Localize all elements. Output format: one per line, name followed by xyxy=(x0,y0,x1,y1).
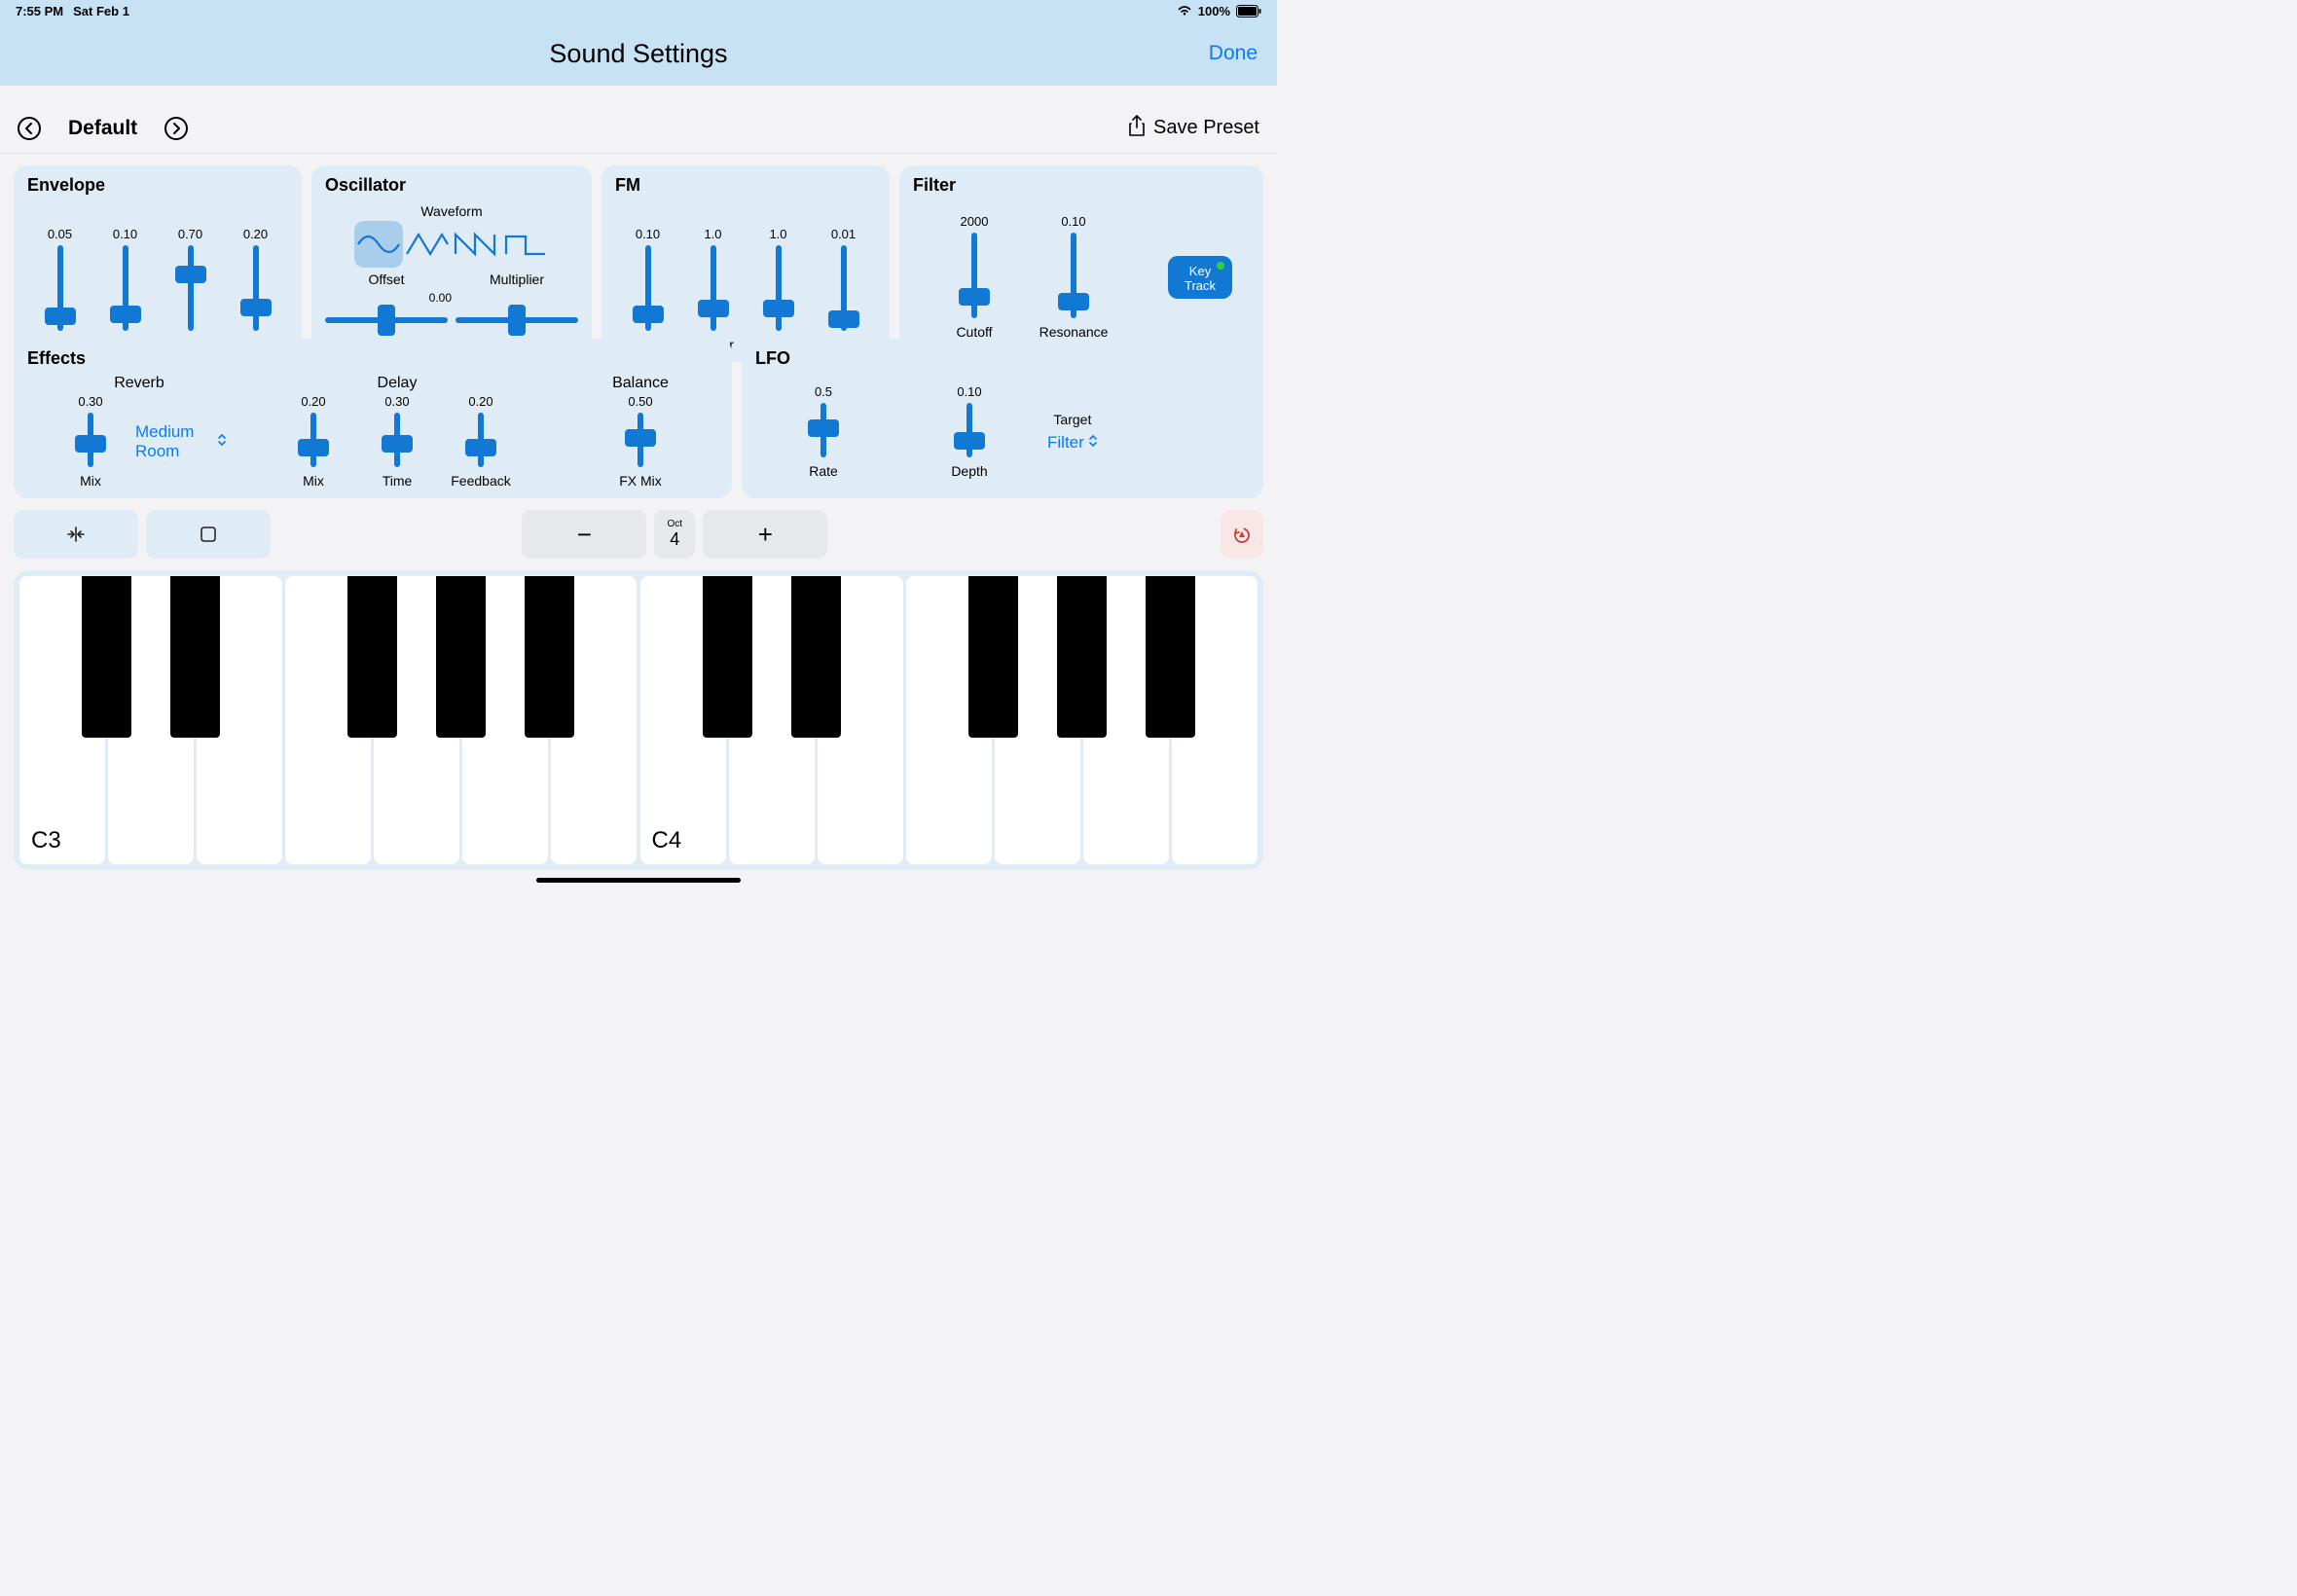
black-key[interactable] xyxy=(791,576,841,738)
slider-fm-modulator[interactable]: 1.0 Modulator xyxy=(747,227,810,352)
effects-delay-group: Delay 0.20 Mix 0.30 Time 0.20 xyxy=(261,375,533,489)
slider-reverb-mix[interactable]: 0.30 Mix xyxy=(52,394,129,489)
status-bar: 7:55 PM Sat Feb 1 100% xyxy=(0,0,1277,21)
reverb-room-select[interactable]: Medium Room xyxy=(135,422,227,460)
black-key[interactable] xyxy=(347,576,397,738)
black-key[interactable] xyxy=(170,576,220,738)
key-track-button[interactable]: Key Track xyxy=(1168,256,1232,299)
slider-release[interactable]: 0.20 Release xyxy=(225,227,287,352)
lfo-target-select[interactable]: Filter xyxy=(1047,433,1098,453)
panel-fm: FM 0.10 Amount 1.0 Carrier 1.0 Modulator… xyxy=(602,165,890,362)
status-date: Sat Feb 1 xyxy=(73,4,129,18)
reset-button[interactable] xyxy=(1221,510,1263,559)
slider-fm-noise[interactable]: 0.01 Noise xyxy=(813,227,875,352)
fm-title: FM xyxy=(615,175,876,196)
black-key[interactable] xyxy=(968,576,1018,738)
waveform-triangle[interactable] xyxy=(403,221,452,268)
black-key[interactable] xyxy=(1057,576,1107,738)
status-battery-pct: 100% xyxy=(1198,4,1230,18)
header-bar: Sound Settings Done xyxy=(0,21,1277,86)
wifi-icon xyxy=(1177,4,1192,18)
panel-envelope: Envelope 0.05 Attack 0.10 Decay 0.70 Sus… xyxy=(14,165,302,362)
black-key[interactable] xyxy=(525,576,574,738)
black-key[interactable] xyxy=(82,576,131,738)
toolbar: − Oct 4 + xyxy=(14,510,1263,559)
effects-title: Effects xyxy=(27,348,718,369)
slider-resonance[interactable]: 0.10 Resonance xyxy=(1030,214,1117,340)
preset-row: Default Save Preset xyxy=(0,103,1277,154)
preset-name: Default xyxy=(68,117,137,140)
waveform-saw[interactable] xyxy=(452,221,500,268)
slider-decay[interactable]: 0.10 Decay xyxy=(94,227,157,352)
keyboard: C3C4 xyxy=(14,570,1263,870)
status-time: 7:55 PM xyxy=(16,4,63,18)
slider-cutoff[interactable]: 2000 Cutoff xyxy=(930,214,1018,340)
slider-delay-time[interactable]: 0.30 Time xyxy=(358,394,436,489)
waveform-sine[interactable] xyxy=(354,221,403,268)
battery-icon xyxy=(1236,5,1261,18)
panel-filter: Filter 2000 Cutoff 0.10 Resonance Key Tr… xyxy=(899,165,1263,362)
panel-effects: Effects Reverb 0.30 Mix Medium Room xyxy=(14,339,732,498)
chevron-updown-icon xyxy=(1088,433,1098,453)
effects-reverb-group: Reverb 0.30 Mix Medium Room xyxy=(27,375,251,489)
slider-delay-feedback[interactable]: 0.20 Feedback xyxy=(442,394,520,489)
tool-button-1[interactable] xyxy=(14,510,138,559)
effects-balance-group: Balance 0.50 FX Mix xyxy=(563,375,718,489)
oscillator-title: Oscillator xyxy=(325,175,578,196)
waveform-square[interactable] xyxy=(500,221,549,268)
slider-lfo-depth[interactable]: 0.10 Depth xyxy=(930,384,1008,479)
panel-oscillator: Oscillator Waveform Offset xyxy=(311,165,592,362)
slider-fm-amount[interactable]: 0.10 Amount xyxy=(617,227,679,352)
page-title: Sound Settings xyxy=(549,39,727,69)
black-key[interactable] xyxy=(703,576,752,738)
envelope-title: Envelope xyxy=(27,175,288,196)
slider-sustain[interactable]: 0.70 Sustain xyxy=(160,227,222,352)
save-preset-button[interactable]: Save Preset xyxy=(1128,115,1259,142)
slider-fm-carrier[interactable]: 1.0 Carrier xyxy=(682,227,745,352)
octave-down-button[interactable]: − xyxy=(522,510,646,559)
chevron-updown-icon xyxy=(217,432,227,452)
lfo-title: LFO xyxy=(755,348,1250,369)
slider-lfo-rate[interactable]: 0.5 Rate xyxy=(784,384,862,479)
lfo-target-label: Target xyxy=(1053,412,1091,427)
next-preset-button[interactable] xyxy=(164,117,188,140)
filter-title: Filter xyxy=(913,175,1250,196)
share-icon xyxy=(1128,115,1146,142)
save-preset-label: Save Preset xyxy=(1153,117,1259,139)
tool-button-2[interactable] xyxy=(146,510,271,559)
waveform-label: Waveform xyxy=(420,203,482,219)
done-button[interactable]: Done xyxy=(1209,42,1258,65)
octave-up-button[interactable]: + xyxy=(703,510,827,559)
panel-lfo: LFO 0.5 Rate 0.10 Depth Target Filter xyxy=(742,339,1263,498)
black-key[interactable] xyxy=(1146,576,1195,738)
prev-preset-button[interactable] xyxy=(18,117,41,140)
black-key[interactable] xyxy=(436,576,486,738)
slider-delay-mix[interactable]: 0.20 Mix xyxy=(274,394,352,489)
key-track-indicator-icon xyxy=(1217,262,1224,270)
slider-fx-mix[interactable]: 0.50 FX Mix xyxy=(602,394,679,489)
home-indicator-icon xyxy=(536,878,741,883)
slider-attack[interactable]: 0.05 Attack xyxy=(29,227,91,352)
octave-display: Oct 4 xyxy=(654,510,695,559)
